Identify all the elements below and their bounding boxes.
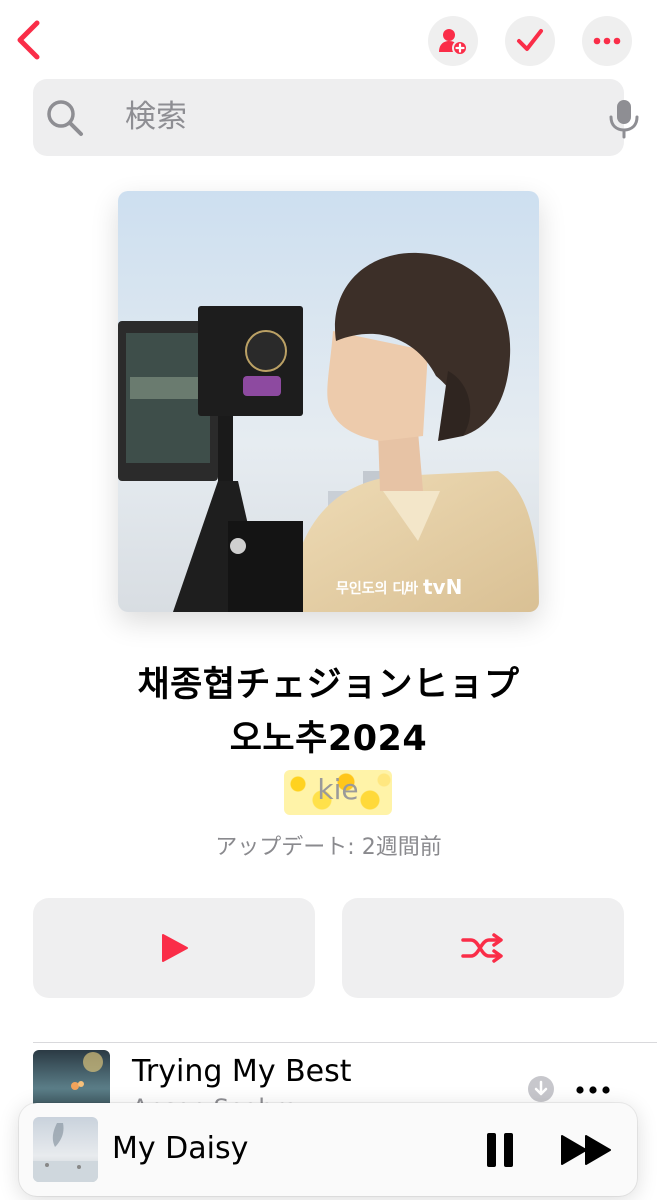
- search-icon: [47, 100, 83, 136]
- now-playing-bar[interactable]: My Daisy: [19, 1103, 637, 1196]
- more-button[interactable]: [582, 16, 632, 66]
- downloaded-icon: [528, 1076, 554, 1102]
- checkmark-icon: [517, 29, 543, 51]
- microphone-icon[interactable]: [607, 99, 641, 139]
- track-title: Trying My Best: [132, 1054, 352, 1089]
- play-button[interactable]: [33, 898, 315, 998]
- forward-icon[interactable]: [559, 1131, 615, 1169]
- pause-icon[interactable]: [483, 1131, 517, 1169]
- track-more-icon[interactable]: [574, 1080, 614, 1100]
- add-person-button[interactable]: [428, 16, 478, 66]
- curator-label: kie: [317, 773, 359, 806]
- svg-text:/: /: [404, 578, 410, 597]
- search-bar[interactable]: [33, 79, 639, 156]
- shuffle-button[interactable]: [342, 898, 624, 998]
- check-button[interactable]: [505, 16, 555, 66]
- playlist-cover-art: 무인도의 디바 / tvN: [118, 191, 539, 612]
- shuffle-icon: [461, 933, 503, 963]
- top-bar: [0, 0, 657, 80]
- cover-channel-logo: tvN: [423, 575, 462, 599]
- updated-label: アップデート: 2週間前: [215, 835, 442, 860]
- curator-name[interactable]: kie: [284, 770, 392, 815]
- playlist-title-line1: 채종협チェジョンヒョプ: [137, 665, 520, 705]
- ellipsis-icon: [593, 37, 621, 45]
- search-input[interactable]: [125, 95, 585, 139]
- now-playing-artwork: [33, 1117, 98, 1182]
- chevron-left-icon: [17, 20, 40, 60]
- now-playing-title: My Daisy: [112, 1131, 249, 1166]
- back-button[interactable]: [10, 18, 46, 62]
- person-add-icon: [439, 29, 468, 56]
- play-icon: [162, 934, 188, 962]
- playlist-title-line2: 오노추2024: [229, 719, 428, 759]
